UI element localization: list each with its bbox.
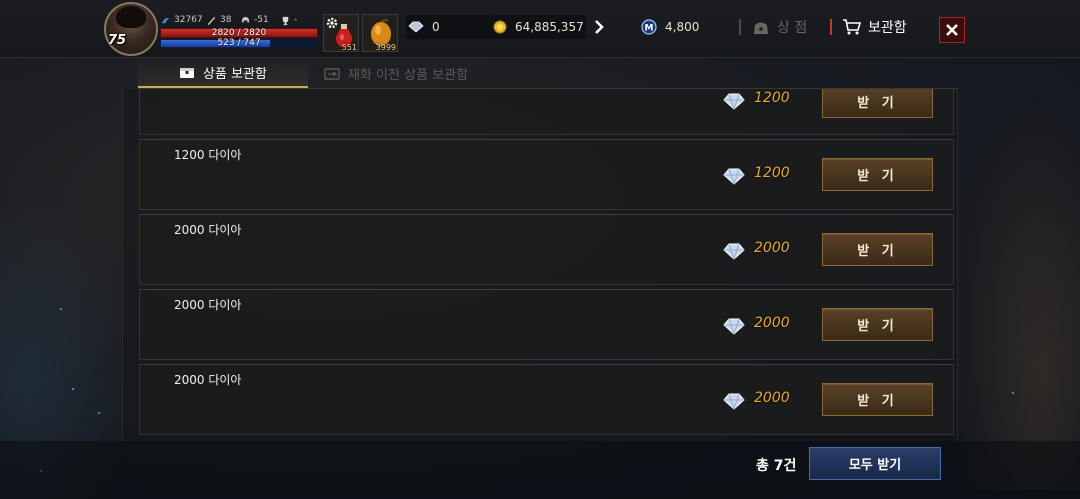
diamond-icon	[723, 168, 745, 185]
potion-slot[interactable]: 551	[323, 14, 359, 52]
item-title: 1200 다이아	[174, 148, 242, 162]
helmet-icon	[241, 16, 250, 22]
shop-bag-icon	[754, 22, 768, 34]
top-status-bar: 75 32767 38 -51 - 2820 / 2820 523 / 747 …	[0, 0, 1080, 58]
storage-menu-item[interactable]: 보관함	[842, 16, 907, 38]
tab-transfer-storage-label: 재화 이전 상품 보관함	[348, 67, 469, 83]
menu-divider-active	[830, 19, 832, 35]
item-amount: 1200	[754, 90, 790, 106]
storage-label: 보관함	[868, 20, 907, 36]
player-level: 75	[108, 33, 127, 48]
item-amount: 2000	[754, 315, 790, 331]
close-button[interactable]	[939, 17, 965, 43]
potion-count: 551	[341, 43, 357, 52]
item-title: 2000 다이아	[174, 223, 242, 237]
mp-text: 523 / 747	[217, 38, 261, 48]
list-item: 2000 다이아 2000 받 기	[139, 289, 954, 360]
storage-tabs: 상품 보관함 재화 이전 상품 보관함	[138, 58, 958, 88]
chest-icon	[180, 68, 195, 78]
tab-item-storage[interactable]: 상품 보관함	[138, 58, 308, 88]
list-item: 1200 받 기	[139, 89, 954, 135]
power-value: 32767	[174, 15, 203, 25]
diamond-icon	[723, 93, 745, 110]
defense-value: -51	[254, 15, 269, 25]
fruit-slot[interactable]: 3999	[362, 14, 398, 52]
power-icon	[161, 17, 170, 23]
shop-menu-item[interactable]: 상 점	[751, 16, 807, 38]
diamond-value: 0	[432, 20, 440, 34]
claim-button[interactable]: 받 기	[822, 308, 933, 341]
diamond-icon	[723, 318, 745, 335]
trophy-icon	[282, 16, 289, 25]
menu-divider	[739, 19, 741, 35]
sword-icon	[207, 16, 216, 25]
item-amount: 2000	[754, 390, 790, 406]
currency-expand-button[interactable]	[588, 14, 610, 40]
sparkle	[98, 412, 100, 414]
claim-button[interactable]: 받 기	[822, 89, 933, 118]
diamond-icon	[723, 393, 745, 410]
sparkle	[72, 388, 74, 390]
diamond-balance[interactable]: 0	[408, 15, 440, 39]
fruit-count: 3999	[375, 43, 396, 52]
medal-value: 4,800	[665, 20, 700, 34]
tab-transfer-storage[interactable]: 재화 이전 상품 보관함	[324, 58, 468, 88]
shop-label: 상 점	[777, 20, 808, 36]
attack-value: 38	[220, 15, 232, 25]
claim-button[interactable]: 받 기	[822, 158, 933, 191]
list-item: 1200 다이아 1200 받 기	[139, 139, 954, 210]
item-amount: 2000	[754, 240, 790, 256]
diamond-icon	[408, 21, 424, 33]
claim-button[interactable]: 받 기	[822, 233, 933, 266]
power-stat: 32767	[160, 13, 203, 27]
claim-button[interactable]: 받 기	[822, 383, 933, 416]
list-item: 2000 다이아 2000 받 기	[139, 214, 954, 285]
storage-item-list[interactable]: 1200 받 기 1200 다이아 1200 받 기 2000 다이아 2000…	[122, 89, 958, 441]
gold-balance[interactable]: 64,885,357	[493, 15, 584, 39]
attack-stat: 38	[206, 13, 231, 27]
item-title: 2000 다이아	[174, 298, 242, 312]
rank-value: -	[294, 15, 298, 25]
hp-text: 2820 / 2820	[211, 28, 267, 38]
claim-all-button[interactable]: 모두 받기	[809, 447, 941, 480]
item-amount: 1200	[754, 165, 790, 181]
sparkle	[1012, 392, 1014, 394]
cart-icon	[843, 19, 862, 35]
defense-stat: -51	[240, 13, 269, 27]
transfer-chest-icon	[324, 68, 340, 80]
total-count: 총 7건	[756, 458, 797, 474]
diamond-icon	[723, 243, 745, 260]
chevron-right-icon	[595, 20, 604, 34]
gold-value: 64,885,357	[515, 20, 584, 34]
gold-coin-icon	[493, 20, 507, 34]
close-icon	[946, 24, 958, 36]
medal-balance[interactable]: M 4,800	[641, 15, 699, 39]
sparkle	[60, 308, 62, 310]
svg-text:M: M	[645, 24, 654, 34]
tab-item-storage-label: 상품 보관함	[203, 66, 267, 82]
list-item: 2000 다이아 2000 받 기	[139, 364, 954, 435]
item-title: 2000 다이아	[174, 373, 242, 387]
rank-stat: -	[280, 13, 297, 27]
background-glow-right	[950, 90, 1080, 490]
medal-icon: M	[641, 19, 657, 35]
